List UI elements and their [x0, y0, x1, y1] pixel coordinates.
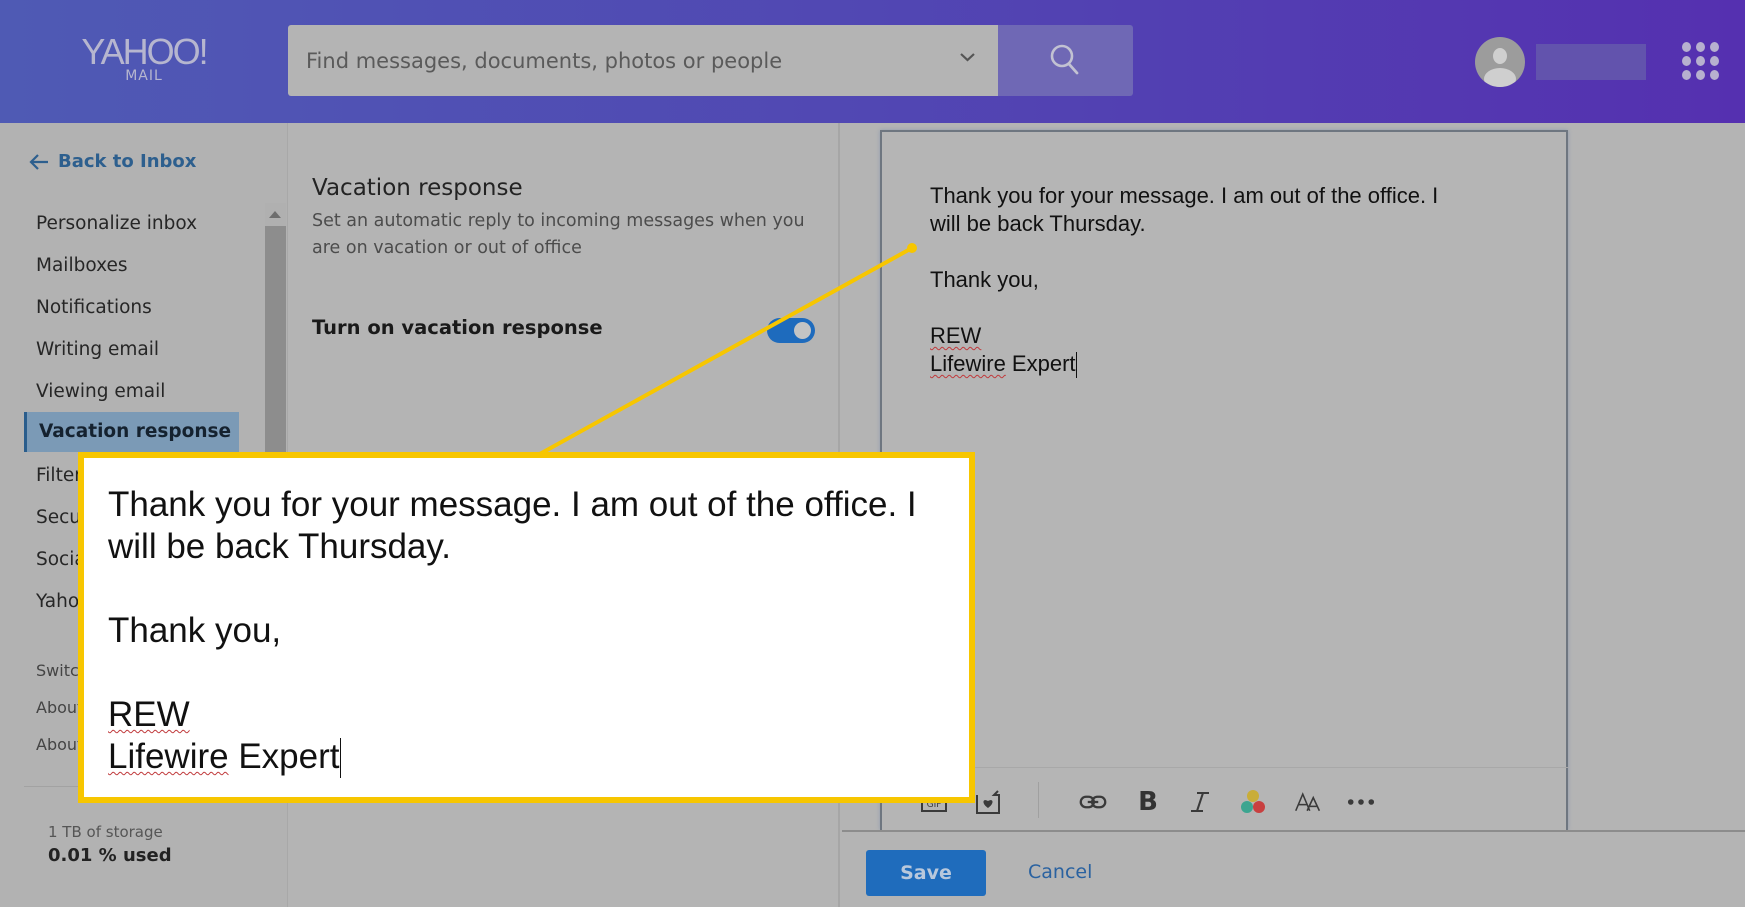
avatar[interactable]	[1475, 37, 1525, 87]
search-input[interactable]	[306, 25, 946, 96]
sidebar-item-viewing-email[interactable]: Viewing email	[36, 381, 165, 402]
action-footer: Save Cancel	[842, 830, 1745, 907]
sidebar-item-mailboxes[interactable]: Mailboxes	[36, 255, 127, 276]
search-icon	[1050, 44, 1079, 75]
toolbar-divider	[1038, 782, 1039, 818]
apps-grid-icon[interactable]	[1682, 42, 1720, 80]
username-redacted[interactable]	[1536, 44, 1646, 80]
callout-text-cursor	[339, 738, 341, 778]
section-title: Vacation response	[312, 175, 523, 201]
avatar-icon	[1484, 48, 1516, 87]
callout-line-1: Thank you for your message. I am out of …	[108, 485, 917, 524]
zoomed-message-callout: Thank you for your message. I am out of …	[78, 452, 975, 803]
sidebar-link-about[interactable]: About	[36, 698, 83, 717]
formatting-toolbar: GIF B	[882, 767, 1568, 832]
sidebar-item-personalize-inbox[interactable]: Personalize inbox	[36, 213, 197, 234]
sidebar-item-notifications[interactable]: Notifications	[36, 297, 152, 318]
callout-signature-name: REW	[108, 695, 190, 734]
sidebar-item-writing-email[interactable]: Writing email	[36, 339, 159, 360]
signature-name: REW	[930, 323, 982, 348]
top-header: YAHOO! MAIL	[0, 0, 1745, 123]
callout-closing: Thank you,	[108, 611, 282, 650]
section-description: Set an automatic reply to incoming messa…	[312, 211, 805, 258]
storage-capacity: 1 TB of storage	[48, 823, 163, 841]
storage-used: 0.01 % used	[48, 845, 172, 866]
save-button[interactable]: Save	[866, 850, 986, 896]
callout-signature-title-rest: Expert	[228, 737, 340, 776]
card-icon[interactable]	[974, 788, 1002, 816]
chevron-down-icon[interactable]	[955, 48, 980, 68]
text-cursor	[1075, 352, 1077, 378]
toggle-knob	[794, 322, 811, 339]
cancel-button[interactable]: Cancel	[1028, 861, 1092, 883]
yahoo-mail-logo[interactable]: YAHOO! MAIL	[74, 31, 214, 85]
arrow-left-icon	[29, 153, 48, 170]
message-line-2: will be back Thursday.	[930, 211, 1146, 236]
back-to-inbox-label: Back to Inbox	[58, 151, 197, 172]
italic-icon[interactable]	[1186, 788, 1214, 816]
bold-icon[interactable]: B	[1134, 787, 1162, 817]
logo-text: YAHOO!	[81, 31, 208, 72]
vacation-response-toggle[interactable]	[767, 318, 815, 343]
callout-message-text: Thank you for your message. I am out of …	[108, 484, 917, 778]
message-line-1: Thank you for your message. I am out of …	[930, 183, 1439, 208]
vacation-message-editor[interactable]: Thank you for your message. I am out of …	[880, 130, 1568, 830]
sidebar-link-about-2[interactable]: About	[36, 735, 83, 754]
vacation-toggle-label: Turn on vacation response	[312, 316, 603, 339]
link-icon[interactable]	[1079, 788, 1107, 816]
signature-title-rest: Expert	[1005, 351, 1076, 376]
back-to-inbox-link[interactable]: Back to Inbox	[28, 151, 196, 172]
search-bar	[288, 25, 998, 96]
font-size-icon[interactable]	[1294, 788, 1322, 816]
callout-signature-title-misspelled: Lifewire	[108, 737, 229, 776]
message-closing: Thank you,	[930, 267, 1039, 292]
scroll-up-arrow-icon[interactable]	[269, 211, 281, 218]
message-body[interactable]: Thank you for your message. I am out of …	[930, 182, 1438, 378]
sidebar-item-vacation-response[interactable]: Vacation response	[24, 412, 239, 452]
storage-info: 1 TB of storage 0.01 % used	[48, 823, 172, 866]
search-button[interactable]	[998, 25, 1133, 96]
callout-line-2: will be back Thursday.	[108, 527, 452, 566]
more-icon[interactable]	[1347, 788, 1375, 816]
signature-title-misspelled: Lifewire	[930, 351, 1006, 376]
color-icon[interactable]	[1239, 788, 1267, 816]
